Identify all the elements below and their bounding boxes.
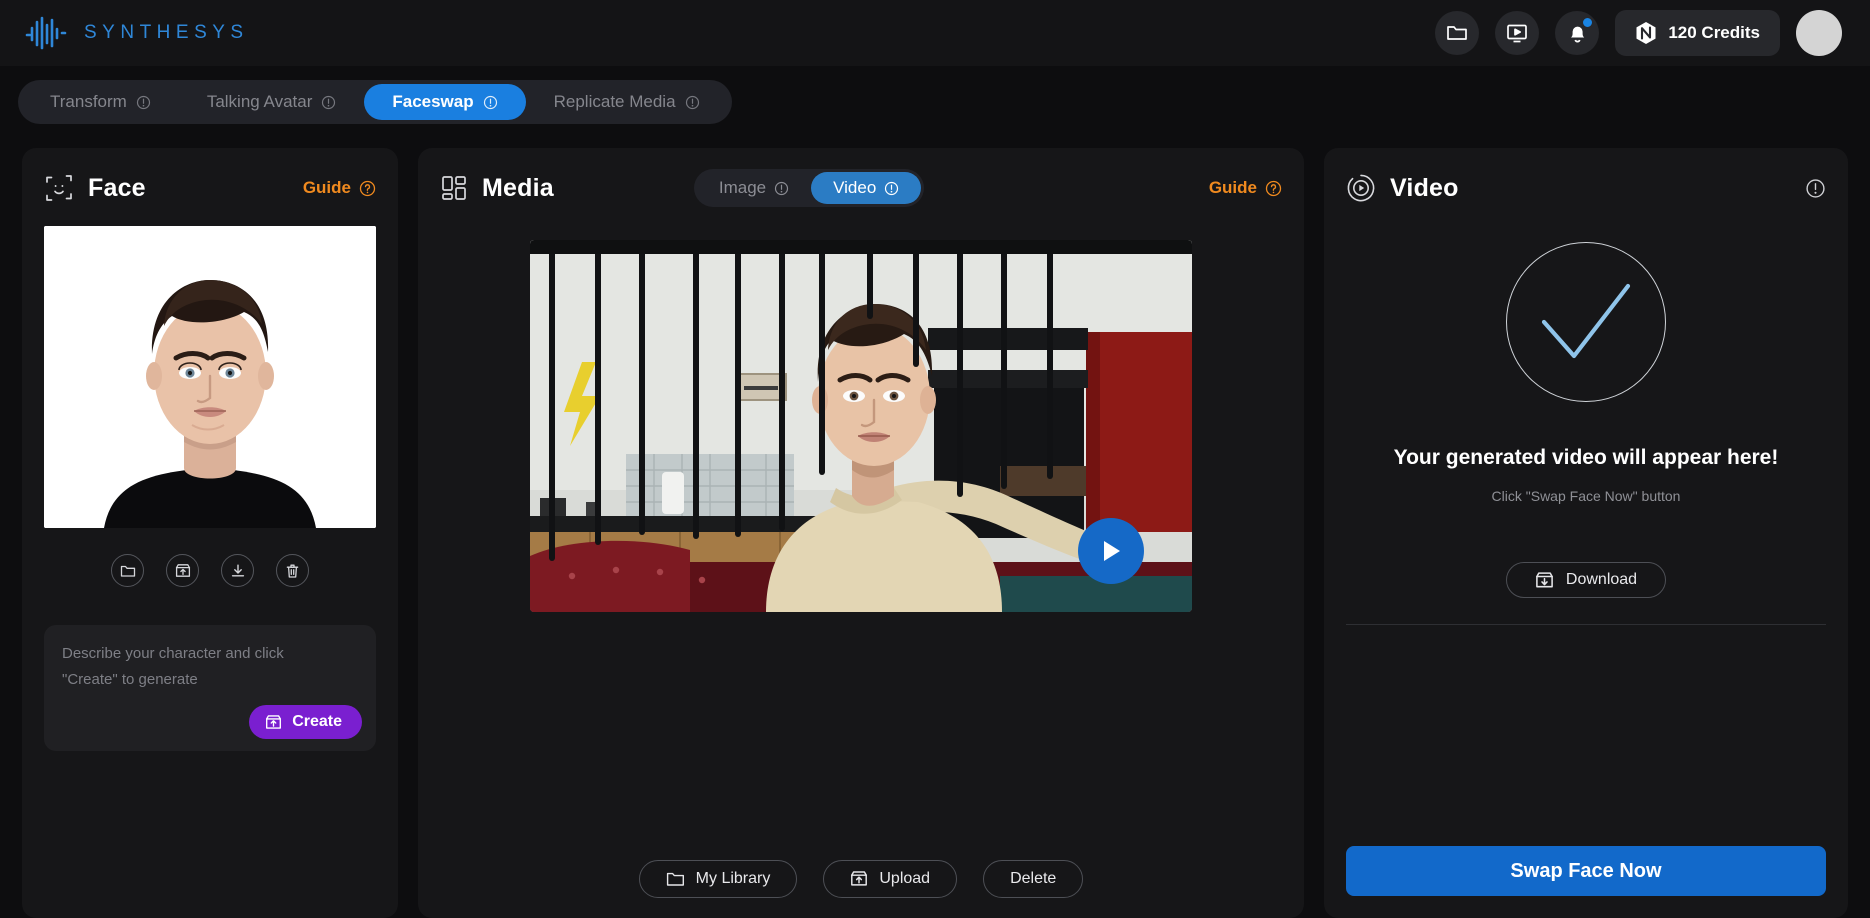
media-panel-title: Media xyxy=(482,173,554,202)
video-player-icon xyxy=(1506,23,1528,44)
brand-logo[interactable]: SYNTHESYS xyxy=(24,16,249,50)
button-label: Upload xyxy=(879,870,931,887)
toggle-image[interactable]: Image xyxy=(697,172,811,204)
info-icon[interactable] xyxy=(1805,178,1826,199)
button-label: Download xyxy=(1565,571,1638,588)
info-icon[interactable] xyxy=(774,181,789,196)
tab-label: Transform xyxy=(50,92,127,111)
waveform-logo-icon xyxy=(24,16,68,50)
media-preview[interactable] xyxy=(530,240,1192,612)
face-guide-link[interactable]: Guide xyxy=(303,178,376,198)
download-icon xyxy=(230,563,246,579)
face-panel-header: Face Guide xyxy=(22,158,398,218)
button-label: My Library xyxy=(695,870,771,887)
info-icon[interactable] xyxy=(321,95,336,110)
credits-badge[interactable]: 120 Credits xyxy=(1615,10,1780,56)
tab-talking-avatar[interactable]: Talking Avatar xyxy=(179,84,365,120)
nexus-token-icon xyxy=(1635,21,1657,45)
upload-button[interactable]: Upload xyxy=(823,860,958,898)
info-icon[interactable] xyxy=(483,95,498,110)
tab-label: Faceswap xyxy=(392,92,474,111)
credits-label: 120 Credits xyxy=(1668,23,1760,42)
trash-icon xyxy=(285,563,300,579)
media-library-button[interactable] xyxy=(1495,11,1540,55)
face-panel: Face Guide Describe your character and c… xyxy=(22,148,398,918)
notification-badge-dot xyxy=(1581,16,1595,29)
media-footer-actions: My Library Upload Delete xyxy=(418,860,1304,898)
video-panel-title: Video xyxy=(1390,173,1459,202)
guide-label: Guide xyxy=(1208,178,1257,197)
media-panel: Media Image Video Guide My Library Uploa… xyxy=(418,148,1304,918)
tab-label: Replicate Media xyxy=(553,92,676,111)
info-icon[interactable] xyxy=(136,95,151,110)
upload-box-icon xyxy=(175,563,191,579)
play-icon xyxy=(1098,537,1124,565)
mode-tabbar: Transform Talking Avatar Faceswap Replic… xyxy=(18,80,732,124)
video-empty-subtitle: Click "Swap Face Now" button xyxy=(1491,488,1681,504)
checkmark-icon xyxy=(1530,274,1642,370)
face-download-button[interactable] xyxy=(221,554,254,587)
tabbar-wrapper: Transform Talking Avatar Faceswap Replic… xyxy=(0,66,1870,124)
play-circle-icon xyxy=(1346,173,1376,203)
face-scan-icon xyxy=(44,173,74,203)
layout-grid-icon xyxy=(440,174,468,202)
button-label: Delete xyxy=(1010,870,1057,887)
folder-icon xyxy=(1446,23,1468,43)
face-delete-button[interactable] xyxy=(276,554,309,587)
avatar[interactable] xyxy=(1796,10,1842,56)
tab-faceswap[interactable]: Faceswap xyxy=(364,84,526,120)
my-library-button[interactable]: My Library xyxy=(638,860,798,898)
face-image[interactable] xyxy=(44,226,376,528)
notifications-button[interactable] xyxy=(1555,11,1600,55)
face-panel-title: Face xyxy=(88,173,146,202)
media-panel-header: Media Image Video Guide xyxy=(418,158,1304,218)
video-download-button[interactable]: Download xyxy=(1505,562,1667,598)
toggle-label: Video xyxy=(833,178,877,197)
check-circle xyxy=(1506,242,1666,402)
tab-transform[interactable]: Transform xyxy=(22,84,179,120)
button-label: Swap Face Now xyxy=(1510,859,1662,882)
create-button[interactable]: Create xyxy=(249,705,362,739)
media-type-toggle: Image Video xyxy=(693,169,925,207)
main-content: Face Guide Describe your character and c… xyxy=(0,124,1870,918)
upload-box-icon xyxy=(265,714,282,731)
info-icon[interactable] xyxy=(685,95,700,110)
create-button-label: Create xyxy=(292,713,342,730)
character-prompt-placeholder: Describe your character and click "Creat… xyxy=(62,645,284,688)
face-portrait-illustration xyxy=(44,226,376,528)
video-empty-state: Your generated video will appear here! C… xyxy=(1324,242,1848,504)
tab-label: Talking Avatar xyxy=(206,92,313,111)
question-circle-icon xyxy=(359,180,376,197)
delete-button[interactable]: Delete xyxy=(983,860,1084,898)
top-bar: SYNTHESYS 120 Credits xyxy=(0,0,1870,66)
swap-face-now-button[interactable]: Swap Face Now xyxy=(1346,846,1826,896)
question-circle-icon xyxy=(1265,180,1282,197)
download-box-icon xyxy=(1535,571,1554,590)
tab-replicate-media[interactable]: Replicate Media xyxy=(526,84,728,120)
face-upload-button[interactable] xyxy=(166,554,199,587)
toggle-label: Image xyxy=(718,178,767,197)
upload-box-icon xyxy=(850,870,868,888)
play-button[interactable] xyxy=(1078,518,1144,584)
media-guide-link[interactable]: Guide xyxy=(1209,178,1282,198)
guide-label: Guide xyxy=(302,178,351,197)
folder-button[interactable] xyxy=(1435,11,1480,55)
top-actions: 120 Credits xyxy=(1435,10,1842,56)
video-panel-divider xyxy=(1346,624,1826,625)
info-icon[interactable] xyxy=(884,181,899,196)
brand-name: SYNTHESYS xyxy=(84,22,249,43)
face-library-button[interactable] xyxy=(111,554,144,587)
folder-icon xyxy=(120,564,136,578)
video-panel-header: Video xyxy=(1324,158,1848,218)
video-panel: Video Your generated video will appear h… xyxy=(1324,148,1848,918)
folder-icon xyxy=(666,871,685,887)
face-action-row xyxy=(22,554,398,587)
video-empty-title: Your generated video will appear here! xyxy=(1393,446,1779,469)
character-prompt-box[interactable]: Describe your character and click "Creat… xyxy=(44,625,376,751)
toggle-video[interactable]: Video xyxy=(811,172,922,204)
